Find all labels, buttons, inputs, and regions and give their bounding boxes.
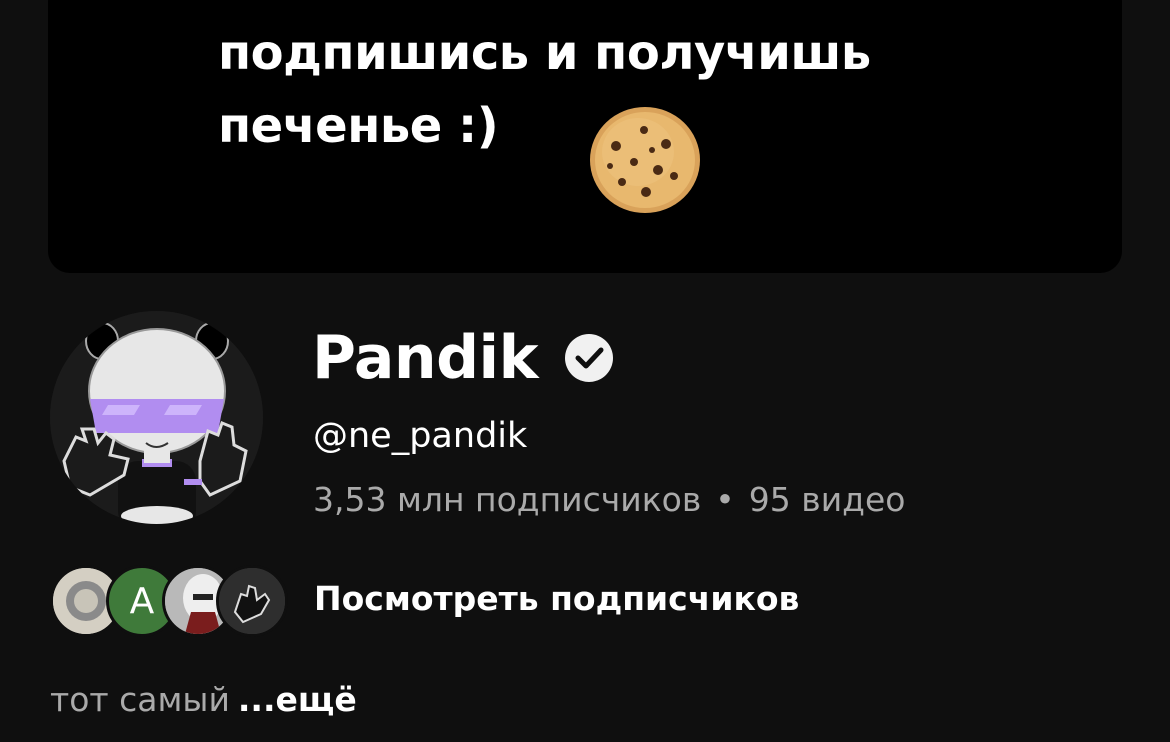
video-count: 95 видео	[748, 480, 906, 519]
channel-description[interactable]: тот самый ...ещё	[50, 680, 357, 719]
channel-avatar[interactable]	[50, 311, 263, 524]
subscriber-count: 3,53 млн подписчиков	[313, 480, 702, 519]
channel-name: Pandik	[312, 323, 538, 393]
channel-banner: подпишись и получишь печенье :)	[48, 0, 1122, 273]
cookie-image	[590, 107, 700, 213]
view-subscribers-link[interactable]: Посмотреть подписчиков	[314, 579, 799, 618]
channel-handle: @ne_pandik	[313, 416, 528, 456]
verified-check-icon	[564, 334, 613, 382]
channel-stats: 3,53 млн подписчиков • 95 видео	[313, 480, 905, 519]
panda-avatar-icon	[50, 311, 263, 524]
view-subscribers-row[interactable]: A Посмотреть подписчиков	[50, 565, 810, 637]
channel-name-row: Pandik	[312, 318, 614, 398]
stats-separator: •	[715, 480, 735, 519]
subscriber-avatar-4	[216, 565, 288, 637]
more-button[interactable]: ...ещё	[238, 680, 357, 719]
banner-text-line-2: печенье :)	[218, 98, 499, 154]
description-text: тот самый	[50, 680, 230, 719]
subscriber-avatar-letter: A	[129, 580, 155, 622]
banner-text-line-1: подпишись и получишь	[218, 25, 871, 81]
